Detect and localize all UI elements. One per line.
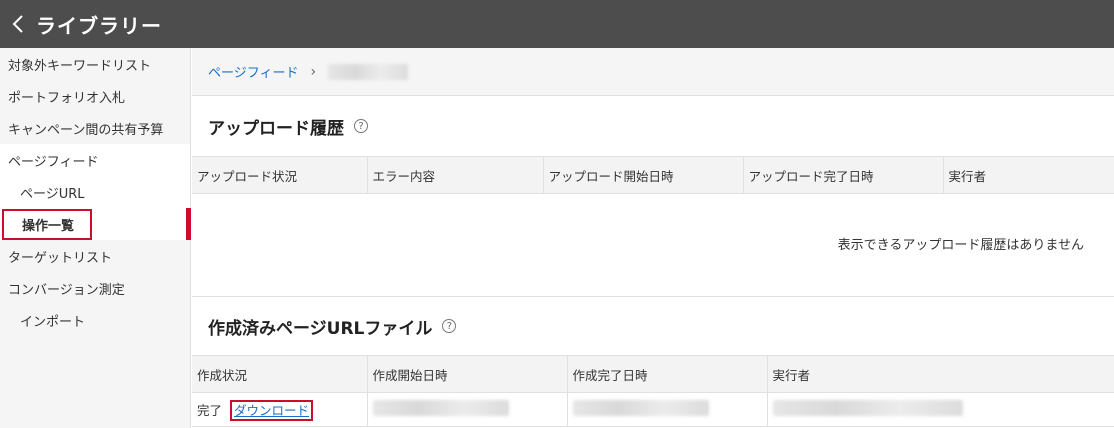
sidebar: 対象外キーワードリスト ポートフォリオ入札 キャンペーン間の共有予算 ページフィ… — [0, 48, 191, 428]
column-header[interactable]: 作成開始日時 — [367, 355, 568, 393]
created-files-title: 作成済みページURLファイル — [208, 318, 433, 339]
table-header-row: 作成状況 作成開始日時 作成完了日時 実行者 — [192, 355, 1114, 393]
table-row: 完了 ダウンロード — [192, 392, 1114, 427]
sidebar-item-page-url[interactable]: ページURL — [0, 176, 190, 208]
upload-history-table: アップロード状況 エラー内容 アップロード開始日時 アップロード完了日時 実行者 — [192, 156, 1114, 194]
created-files-heading: 作成済みページURLファイル ? — [192, 297, 1114, 355]
redacted-value — [372, 400, 509, 416]
sidebar-item-portfolio-bidding[interactable]: ポートフォリオ入札 — [0, 80, 190, 112]
sidebar-item-label: 対象外キーワードリスト — [8, 58, 152, 74]
sidebar-item-page-feed[interactable]: ページフィード — [0, 144, 190, 176]
breadcrumb-current-redacted — [328, 63, 409, 80]
sidebar-item-label: ページURL — [20, 186, 85, 202]
help-icon[interactable]: ? — [442, 319, 457, 333]
back-button[interactable] — [0, 0, 36, 48]
sidebar-item-shared-budget[interactable]: キャンペーン間の共有予算 — [0, 112, 190, 144]
download-link[interactable]: ダウンロード — [230, 400, 314, 421]
end-time-cell — [567, 392, 768, 427]
chevron-left-icon — [12, 15, 23, 33]
breadcrumb-separator: › — [310, 63, 317, 80]
column-header[interactable]: 実行者 — [943, 156, 1114, 194]
status-text: 完了 — [197, 403, 223, 418]
sidebar-item-label: 操作一覧 — [2, 208, 93, 240]
sidebar-item-negative-keyword-list[interactable]: 対象外キーワードリスト — [0, 48, 190, 80]
sidebar-item-label: ページフィード — [8, 154, 99, 170]
sidebar-item-target-list[interactable]: ターゲットリスト — [0, 240, 190, 272]
executor-cell — [767, 392, 1114, 427]
start-time-cell — [367, 392, 568, 427]
breadcrumb-page-feed-link[interactable]: ページフィード — [208, 62, 298, 81]
status-cell: 完了 ダウンロード — [192, 392, 368, 427]
sidebar-item-conversion-tracking[interactable]: コンバージョン測定 — [0, 272, 190, 304]
sidebar-item-label: インポート — [20, 314, 86, 330]
redacted-value — [772, 400, 963, 416]
main-content: ページフィード › アップロード履歴 ? アップロード状況 エラー内容 アップロ… — [192, 48, 1114, 428]
sidebar-item-label: キャンペーン間の共有予算 — [8, 122, 164, 138]
sidebar-item-label: コンバージョン測定 — [8, 282, 125, 298]
help-icon[interactable]: ? — [354, 119, 368, 133]
column-header[interactable]: 実行者 — [767, 355, 1114, 393]
empty-state: 表示できるアップロード履歴はありません — [192, 194, 1114, 297]
column-header[interactable]: 作成完了日時 — [567, 355, 768, 393]
upload-history-heading: アップロード履歴 ? — [192, 96, 1114, 156]
sidebar-item-operation-list[interactable]: 操作一覧 — [0, 208, 191, 240]
sidebar-item-label: ポートフォリオ入札 — [8, 90, 126, 106]
column-header[interactable]: アップロード開始日時 — [543, 156, 744, 194]
top-bar: ライブラリー — [0, 0, 1114, 48]
upload-history-title: アップロード履歴 — [208, 118, 344, 139]
breadcrumb: ページフィード › — [192, 48, 1114, 96]
column-header[interactable]: エラー内容 — [367, 156, 544, 194]
page-title: ライブラリー — [36, 13, 162, 38]
created-files-table: 作成状況 作成開始日時 作成完了日時 実行者 完了 ダウンロード — [192, 355, 1114, 427]
column-header[interactable]: 作成状況 — [192, 355, 368, 393]
column-header[interactable]: アップロード状況 — [192, 156, 368, 194]
sidebar-item-import[interactable]: インポート — [0, 304, 190, 336]
sidebar-item-label: ターゲットリスト — [8, 250, 113, 266]
column-header[interactable]: アップロード完了日時 — [743, 156, 944, 194]
redacted-value — [572, 400, 709, 416]
empty-message: 表示できるアップロード履歴はありません — [837, 238, 1084, 253]
table-header-row: アップロード状況 エラー内容 アップロード開始日時 アップロード完了日時 実行者 — [192, 156, 1114, 194]
